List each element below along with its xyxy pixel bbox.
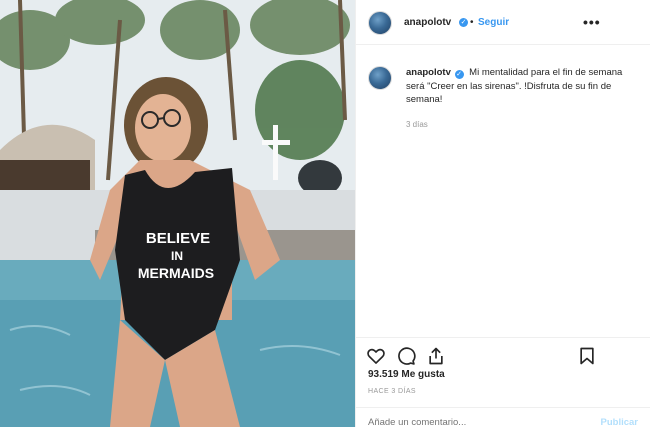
post-header: anapolotv ✓ • Seguir •••: [356, 0, 650, 45]
post-photo[interactable]: BELIEVE IN MERMAIDS: [0, 0, 355, 427]
photo-scene: BELIEVE IN MERMAIDS: [0, 0, 355, 427]
bookmark-icon[interactable]: [577, 346, 597, 366]
post-side-panel: anapolotv ✓ • Seguir ••• anapolotv ✓ Mi …: [355, 0, 650, 428]
action-bar: [356, 337, 650, 368]
verified-icon: ✓: [454, 70, 464, 79]
caption-username[interactable]: anapolotv: [406, 67, 451, 78]
comment-bar: Publicar: [356, 407, 650, 428]
follow-button[interactable]: Seguir: [478, 17, 509, 28]
swimsuit-line2: IN: [171, 249, 183, 263]
comment-icon[interactable]: [396, 346, 416, 366]
verified-icon: ✓: [459, 18, 468, 27]
swimsuit-line3: MERMAIDS: [138, 265, 214, 281]
swimsuit-line1: BELIEVE: [146, 230, 210, 247]
caption-avatar[interactable]: [368, 66, 392, 90]
caption-time: 3 días: [406, 120, 428, 129]
post-time-ago[interactable]: HACE 3 DÍAS: [368, 388, 416, 395]
likes-count[interactable]: 93.519 Me gusta: [368, 369, 445, 380]
header-username[interactable]: anapolotv: [404, 17, 451, 28]
avatar[interactable]: [368, 11, 392, 35]
more-icon[interactable]: •••: [583, 14, 601, 30]
comment-input[interactable]: [368, 417, 558, 428]
heart-icon[interactable]: [366, 346, 386, 366]
publish-button[interactable]: Publicar: [601, 417, 639, 428]
caption: anapolotv ✓ Mi mentalidad para el fin de…: [406, 66, 638, 107]
separator-dot: •: [470, 17, 474, 28]
share-icon[interactable]: [426, 346, 446, 366]
